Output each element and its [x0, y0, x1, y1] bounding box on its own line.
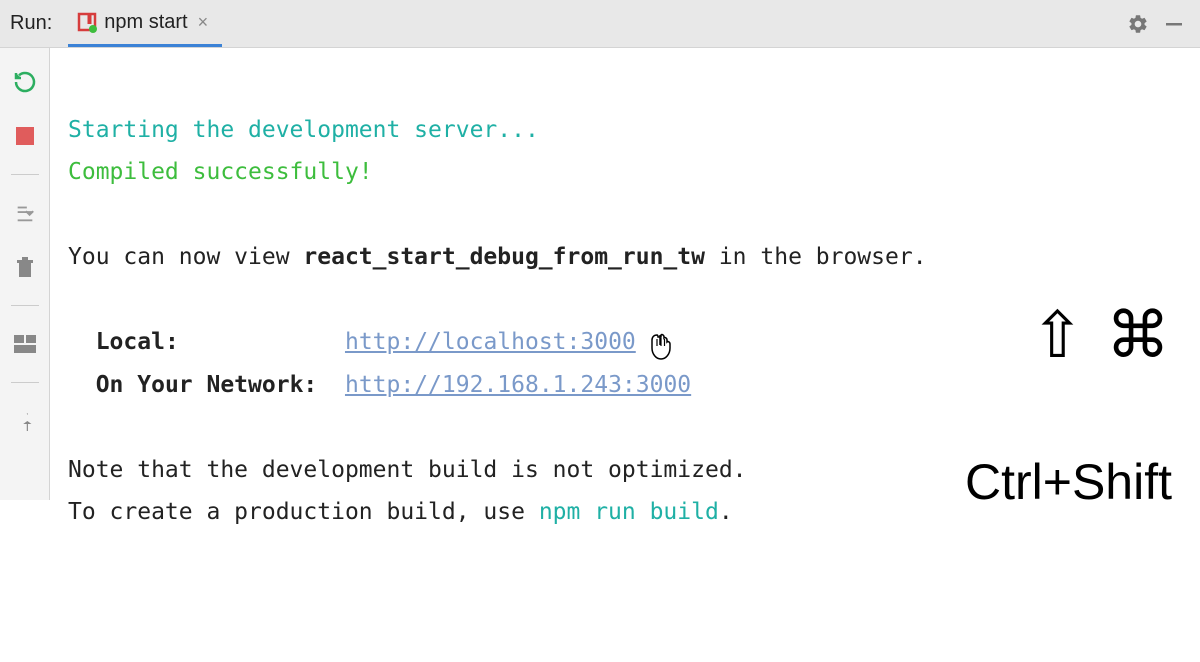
run-label: Run: — [0, 12, 68, 35]
console-line: Compiled successfully! — [68, 159, 373, 185]
local-label: Local: — [96, 329, 179, 355]
rerun-button[interactable] — [9, 66, 41, 98]
network-url-link[interactable]: http://192.168.1.243:3000 — [345, 372, 691, 398]
app-name: react_start_debug_from_run_tw — [303, 244, 705, 270]
run-panel-header: Run: npm start × — [0, 0, 1200, 48]
shortcut-text: Ctrl+Shift — [965, 452, 1172, 512]
run-tab-label: npm start — [104, 11, 187, 34]
network-label: On Your Network: — [96, 372, 318, 398]
console-line: You can now view react_start_debug_from_… — [68, 244, 927, 270]
divider — [11, 174, 39, 175]
delete-button[interactable] — [9, 251, 41, 283]
stop-button[interactable] — [9, 120, 41, 152]
run-toolbar — [0, 48, 50, 500]
run-tab[interactable]: npm start × — [68, 0, 222, 47]
close-tab-icon[interactable]: × — [194, 12, 209, 33]
local-url-link[interactable]: http://localhost:3000 — [345, 329, 636, 355]
console-output: Starting the development server... Compi… — [50, 48, 1200, 500]
npm-icon — [76, 11, 98, 33]
shortcut-symbols: ⇧ ⌘ — [965, 303, 1172, 367]
scroll-to-end-button[interactable] — [9, 197, 41, 229]
pin-button[interactable] — [9, 405, 41, 437]
settings-icon[interactable] — [1120, 13, 1156, 35]
layout-button[interactable] — [9, 328, 41, 360]
console-line: Starting the development server... — [68, 117, 539, 143]
minimize-icon[interactable] — [1156, 14, 1192, 34]
divider — [11, 305, 39, 306]
keyboard-shortcut-overlay: ⇧ ⌘ Ctrl+Shift — [965, 218, 1172, 555]
npm-command: npm run build — [539, 499, 719, 525]
divider — [11, 382, 39, 383]
console-line: To create a production build, use npm ru… — [68, 499, 733, 525]
console-line: Note that the development build is not o… — [68, 457, 747, 483]
